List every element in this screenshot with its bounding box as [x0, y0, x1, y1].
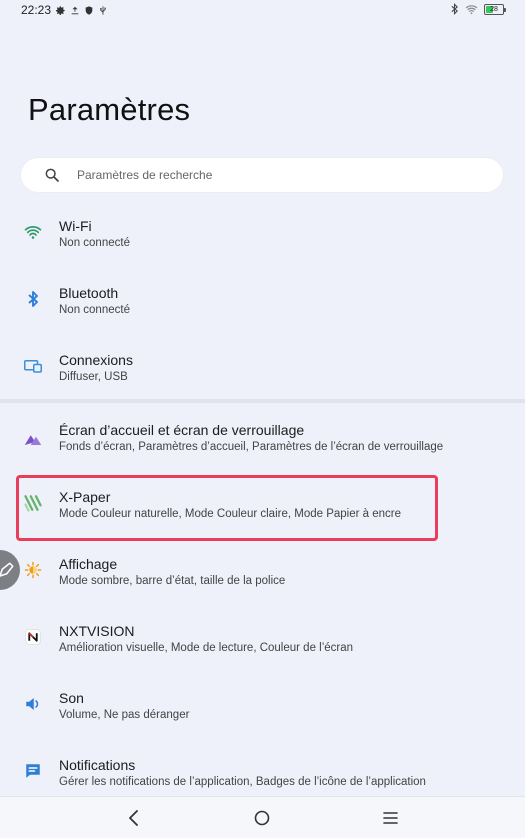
item-title: Bluetooth: [59, 285, 119, 301]
home-icon: [254, 810, 270, 826]
gear-icon: [56, 5, 65, 15]
search-placeholder: Paramètres de recherche: [77, 168, 213, 182]
status-time: 22:23: [21, 3, 52, 17]
home-screen-icon: [24, 430, 42, 448]
settings-item-affichage[interactable]: Affichage Mode sombre, barre d’état, tai…: [0, 550, 525, 612]
settings-item-son[interactable]: Son Volume, Ne pas déranger: [0, 684, 525, 746]
menu-icon: [382, 812, 398, 824]
item-title: NXTVISION: [59, 623, 135, 639]
search-input[interactable]: Paramètres de recherche: [21, 158, 503, 192]
section-divider: [0, 399, 525, 403]
wifi-icon: [465, 4, 478, 14]
item-title: Wi-Fi: [59, 218, 92, 234]
search-icon: [43, 166, 61, 184]
status-bar: 22:23 28: [0, 0, 525, 20]
back-button[interactable]: [121, 805, 147, 831]
notifications-icon: [24, 762, 42, 780]
item-subtitle: Volume, Ne pas déranger: [59, 709, 190, 721]
item-title: Écran d’accueil et écran de verrouillage: [59, 422, 305, 438]
page-title: Paramètres: [28, 92, 191, 127]
battery-level: 28: [490, 5, 498, 13]
navigation-bar: [0, 796, 525, 838]
back-icon: [129, 810, 138, 826]
item-subtitle: Non connecté: [59, 304, 130, 316]
connections-icon: [24, 357, 42, 375]
item-title: Notifications: [59, 757, 136, 773]
status-right: 28: [450, 3, 506, 15]
bluetooth-icon: [451, 3, 458, 15]
item-subtitle: Diffuser, USB: [59, 371, 128, 383]
sound-icon: [24, 695, 42, 713]
wifi-icon: [24, 223, 42, 241]
item-subtitle: Non connecté: [59, 237, 130, 249]
battery-icon: 28: [484, 3, 506, 15]
item-subtitle: Fonds d’écran, Paramètres d’accueil, Par…: [59, 441, 444, 453]
item-subtitle: Gérer les notifications de l’application…: [59, 776, 426, 788]
nxtvision-icon: [24, 628, 42, 646]
settings-item-wifi[interactable]: Wi-Fi Non connecté: [0, 212, 525, 274]
item-subtitle: Amélioration visuelle, Mode de lecture, …: [59, 642, 354, 654]
item-subtitle: Mode sombre, barre d’état, taille de la …: [59, 575, 286, 587]
settings-item-nxtvision[interactable]: NXTVISION Amélioration visuelle, Mode de…: [0, 617, 525, 679]
menu-button[interactable]: [377, 805, 403, 831]
status-left: 22:23: [21, 3, 108, 17]
shield-icon: [85, 5, 93, 15]
item-title: Affichage: [59, 556, 118, 572]
pen-icon: [0, 561, 15, 579]
settings-item-bluetooth[interactable]: Bluetooth Non connecté: [0, 279, 525, 341]
home-button[interactable]: [249, 805, 275, 831]
usb-icon: [100, 5, 106, 15]
highlight-box: [16, 475, 438, 541]
item-title: Connexions: [59, 352, 133, 368]
display-icon: [24, 561, 42, 579]
item-title: Son: [59, 690, 84, 706]
settings-item-home-lock-screen[interactable]: Écran d’accueil et écran de verrouillage…: [0, 416, 525, 478]
upload-icon: [71, 6, 79, 14]
bluetooth-icon: [24, 290, 42, 308]
